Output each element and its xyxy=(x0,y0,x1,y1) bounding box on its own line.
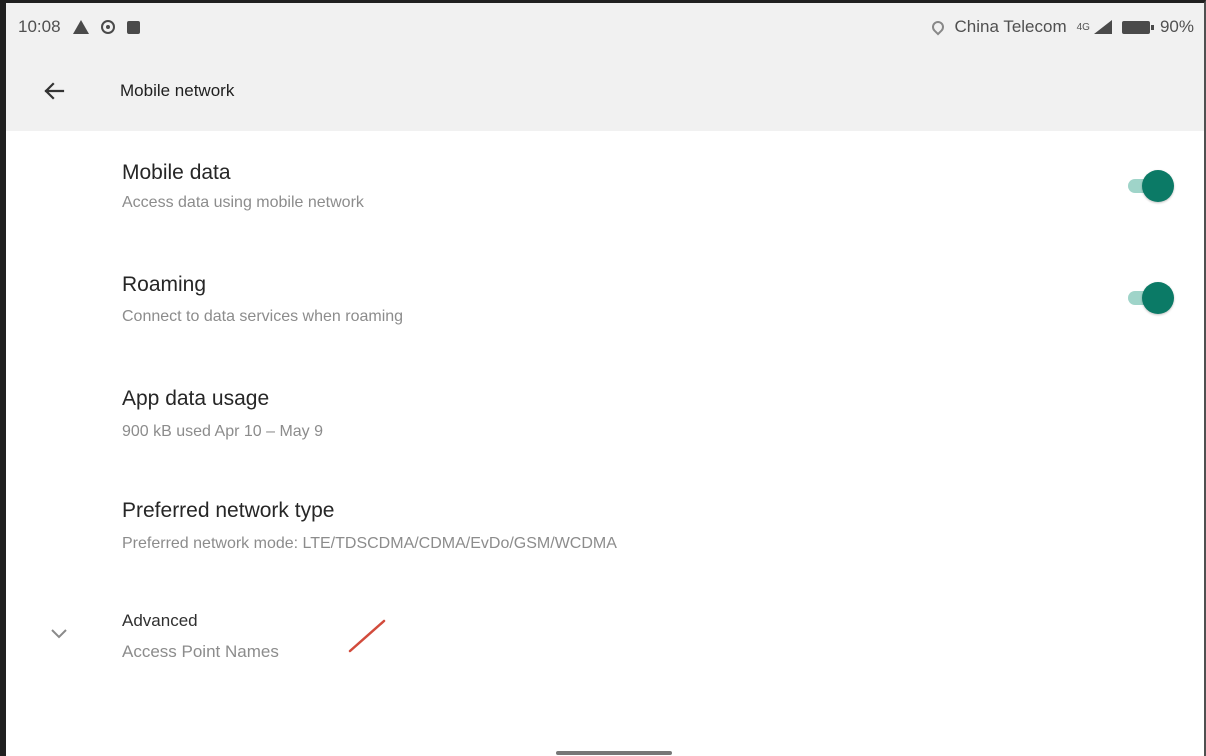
setting-title: Advanced xyxy=(122,611,198,630)
setting-preferred-network-type[interactable]: Preferred network type Preferred network… xyxy=(6,473,1204,585)
network-type: 4G xyxy=(1076,21,1090,33)
back-button[interactable] xyxy=(26,63,82,119)
setting-subtitle: Access data using mobile network xyxy=(122,194,364,211)
status-bar: 10:08 China Telecom 4G 90% xyxy=(6,3,1204,51)
back-arrow-icon xyxy=(44,82,65,100)
chevron-down-icon xyxy=(48,623,70,645)
carrier-name: China Telecom xyxy=(954,17,1067,36)
setting-mobile-data[interactable]: Mobile data Access data using mobile net… xyxy=(6,131,1204,249)
setting-subtitle: Connect to data services when roaming xyxy=(122,308,404,325)
setting-title: Preferred network type xyxy=(122,499,335,522)
status-left: 10:08 xyxy=(18,17,140,37)
status-time: 10:08 xyxy=(18,17,61,36)
status-right: China Telecom 4G 90% xyxy=(929,17,1194,37)
roaming-toggle[interactable] xyxy=(1128,281,1174,315)
setting-title: Mobile data xyxy=(122,161,231,184)
screen-frame: 10:08 China Telecom 4G 90% Mobile networ… xyxy=(0,0,1206,756)
location-icon xyxy=(929,18,947,36)
toggle-thumb xyxy=(1142,282,1174,314)
setting-subtitle: 900 kB used Apr 10 – May 9 xyxy=(122,423,324,440)
signal-icon xyxy=(1093,20,1112,34)
setting-title: App data usage xyxy=(122,387,270,410)
setting-subtitle: Preferred network mode: LTE/TDSCDMA/CDMA… xyxy=(122,535,617,552)
home-indicator[interactable] xyxy=(556,751,672,755)
battery-percent: 90% xyxy=(1159,17,1194,36)
setting-advanced[interactable]: Advanced Access Point Names xyxy=(6,585,1204,685)
battery-icon xyxy=(1121,20,1154,34)
mobile-data-toggle[interactable] xyxy=(1128,169,1174,203)
setting-subtitle: Access Point Names xyxy=(122,642,279,661)
annotation-mark xyxy=(348,619,386,653)
page-title: Mobile network xyxy=(120,81,235,100)
toggle-thumb xyxy=(1142,170,1174,202)
app-bar: Mobile network xyxy=(6,51,1204,131)
calendar-icon xyxy=(126,20,140,34)
setting-app-data-usage[interactable]: App data usage 900 kB used Apr 10 – May … xyxy=(6,361,1204,473)
alert-icon xyxy=(72,20,89,34)
setting-title: Roaming xyxy=(122,273,207,296)
target-icon xyxy=(100,20,115,34)
setting-roaming[interactable]: Roaming Connect to data services when ro… xyxy=(6,249,1204,361)
